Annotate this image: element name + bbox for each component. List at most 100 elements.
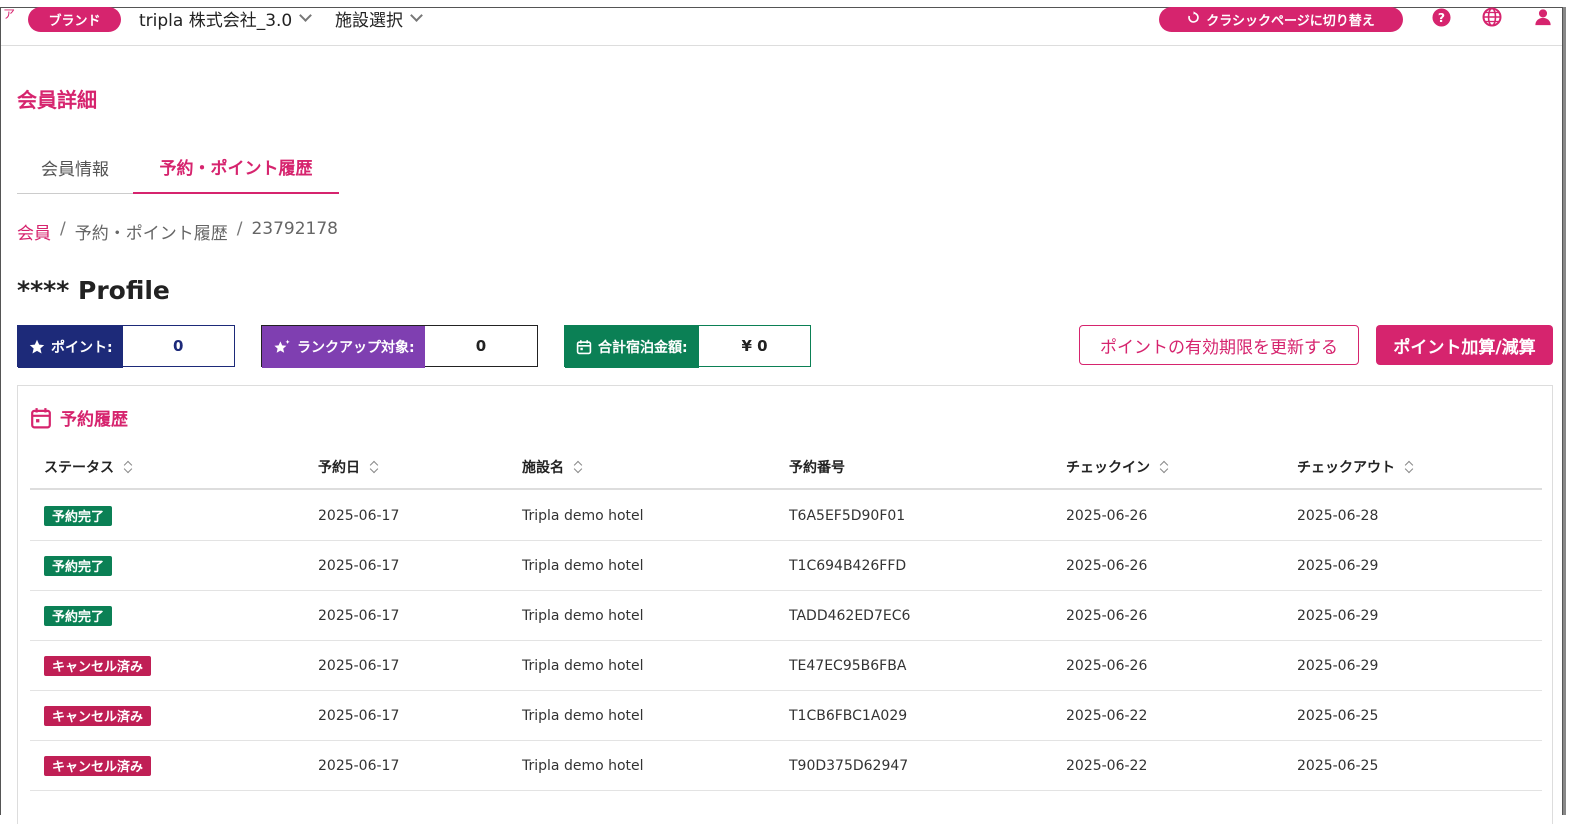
table-row[interactable]: 予約完了 2025-06-17 Tripla demo hotel T1C694B42…: [30, 541, 1542, 591]
sort-icon: [574, 459, 582, 475]
cell-facility: Tripla demo hotel: [522, 557, 644, 574]
table-row[interactable]: 予約完了 2025-06-17 Tripla demo hotel TADD462ED…: [30, 591, 1542, 641]
table-row[interactable]: キャンセル済み 2025-06-17 Tripla demo hotel TE47EC…: [30, 641, 1542, 691]
table-row[interactable]: キャンセル済み 2025-06-17 Tripla demo hotel T90D37…: [30, 741, 1542, 791]
breadcrumb-member-id: 23792178: [251, 219, 338, 239]
status-badge: キャンセル済み: [44, 755, 152, 776]
cell-facility: Tripla demo hotel: [522, 707, 644, 724]
classic-page-button[interactable]: クラシックページに切り替え: [1159, 7, 1403, 32]
cell-status: 予約完了: [44, 541, 113, 590]
globe-icon[interactable]: [1482, 7, 1502, 27]
breadcrumb-separator: /: [236, 219, 243, 239]
svg-text:?: ?: [1437, 10, 1444, 24]
column-header-status[interactable]: ステータス: [44, 446, 132, 488]
column-header-checkout[interactable]: チェックアウト: [1297, 446, 1413, 488]
chevron-down-icon: [299, 8, 313, 22]
status-badge: キャンセル済み: [44, 655, 152, 676]
rankup-stat: ランクアップ対象: 0: [261, 325, 538, 368]
cell-reservation-number[interactable]: T1C694B426FFD: [789, 541, 906, 590]
reservation-history-title: 予約履歴: [30, 405, 128, 430]
points-label-text: ポイント:: [51, 340, 113, 356]
cell-reservation-number[interactable]: T1CB6FBC1A029: [789, 691, 907, 740]
facility-select-label: 施設選択: [335, 10, 403, 31]
table-row[interactable]: キャンセル済み 2025-06-17 Tripla demo hotel T1CB6F…: [30, 691, 1542, 741]
tab-bar: 会員情報 予約・ポイント履歴: [17, 140, 339, 194]
corner-mark: ア: [3, 7, 16, 21]
points-stat: ポイント: 0: [17, 325, 235, 368]
cell-facility: Tripla demo hotel: [522, 507, 644, 524]
rankup-stat-label: ランクアップ対象:: [262, 326, 425, 368]
calendar-icon: [576, 340, 592, 355]
cell-status: キャンセル済み: [44, 691, 152, 740]
sort-icon: [1160, 459, 1168, 475]
help-icon[interactable]: ?: [1431, 7, 1451, 27]
stay-total-stat-label: 合計宿泊金額:: [565, 326, 699, 368]
breadcrumb: 会員 / 予約・ポイント履歴 / 23792178: [17, 219, 338, 244]
status-badge: キャンセル済み: [44, 705, 152, 726]
cell-facility: Tripla demo hotel: [522, 607, 644, 624]
sort-icon: [370, 459, 378, 475]
cell-booked-date: 2025-06-17: [318, 507, 400, 524]
cell-checkout: 2025-06-29: [1297, 657, 1379, 674]
tenant-select[interactable]: tripla 株式会社_3.0: [139, 7, 313, 31]
column-header-facility[interactable]: 施設名: [522, 446, 582, 488]
status-badge: 予約完了: [44, 555, 113, 576]
cell-checkin: 2025-06-22: [1066, 707, 1148, 724]
table-row[interactable]: 予約完了 2025-06-17 Tripla demo hotel T6A5EF5D9…: [30, 491, 1542, 541]
cell-status: キャンセル済み: [44, 641, 152, 690]
top-bar: ア ブランド tripla 株式会社_3.0 施設選択 クラシックページに切り替…: [1, 7, 1562, 46]
cell-checkout: 2025-06-29: [1297, 607, 1379, 624]
cell-checkout: 2025-06-25: [1297, 757, 1379, 774]
column-header-label: 予約日: [318, 460, 360, 476]
cell-reservation-number[interactable]: TADD462ED7EC6: [789, 591, 910, 640]
cell-reservation-number[interactable]: TE47EC95B6FBA: [789, 641, 906, 690]
breadcrumb-members-link[interactable]: 会員: [17, 219, 51, 244]
classic-page-label: クラシックページに切り替え: [1206, 14, 1375, 29]
column-header-checkin[interactable]: チェックイン: [1066, 446, 1168, 488]
column-header-label: チェックアウト: [1297, 460, 1395, 476]
page-title: 会員詳細: [17, 88, 97, 112]
cell-checkin: 2025-06-26: [1066, 557, 1148, 574]
cell-reservation-number[interactable]: T90D375D62947: [789, 741, 908, 790]
points-stat-label: ポイント:: [18, 326, 123, 368]
tab-member-info[interactable]: 会員情報: [17, 140, 133, 194]
status-badge: 予約完了: [44, 605, 113, 626]
status-badge: 予約完了: [44, 505, 113, 526]
user-icon[interactable]: [1533, 7, 1553, 27]
cell-facility: Tripla demo hotel: [522, 757, 644, 774]
column-header-label: ステータス: [44, 460, 114, 476]
breadcrumb-separator: /: [60, 219, 66, 239]
cell-booked-date: 2025-06-17: [318, 707, 400, 724]
facility-select[interactable]: 施設選択: [335, 7, 423, 31]
calendar-icon: [31, 407, 51, 428]
rankup-value: 0: [425, 326, 537, 366]
stay-total-value: ¥ 0: [699, 326, 810, 366]
refresh-icon: [1187, 11, 1200, 28]
column-header-label: 予約番号: [789, 460, 845, 476]
cell-facility: Tripla demo hotel: [522, 657, 644, 674]
cell-reservation-number[interactable]: T6A5EF5D90F01: [789, 491, 905, 540]
column-header-booked-date[interactable]: 予約日: [318, 446, 378, 488]
cell-status: 予約完了: [44, 591, 113, 640]
cell-checkin: 2025-06-26: [1066, 657, 1148, 674]
tenant-select-label: tripla 株式会社_3.0: [139, 10, 293, 31]
cell-status: 予約完了: [44, 491, 113, 540]
sort-icon: [124, 459, 132, 475]
rankup-label-text: ランクアップ対象:: [297, 340, 415, 356]
extend-points-expiry-button[interactable]: ポイントの有効期限を更新する: [1079, 325, 1359, 365]
tab-reservation-point-history[interactable]: 予約・ポイント履歴: [133, 140, 339, 194]
column-header-reservation-number: 予約番号: [789, 446, 845, 488]
brand-button[interactable]: ブランド: [28, 7, 121, 32]
cell-checkin: 2025-06-26: [1066, 507, 1148, 524]
vertical-scrollbar[interactable]: [1563, 7, 1566, 815]
cell-checkin: 2025-06-26: [1066, 607, 1148, 624]
sort-icon: [1405, 459, 1413, 475]
cell-booked-date: 2025-06-17: [318, 657, 400, 674]
reservation-history-card: 予約履歴 ステータス 予約日 施設名 予約番号 チェックイン チェックアウト 予…: [17, 385, 1553, 824]
sparkle-star-icon: [274, 339, 290, 353]
cell-checkout: 2025-06-25: [1297, 707, 1379, 724]
table-header: ステータス 予約日 施設名 予約番号 チェックイン チェックアウト: [30, 446, 1542, 490]
adjust-points-button[interactable]: ポイント加算/減算: [1376, 325, 1553, 365]
chevron-down-icon: [410, 8, 423, 22]
cell-checkout: 2025-06-28: [1297, 507, 1379, 524]
